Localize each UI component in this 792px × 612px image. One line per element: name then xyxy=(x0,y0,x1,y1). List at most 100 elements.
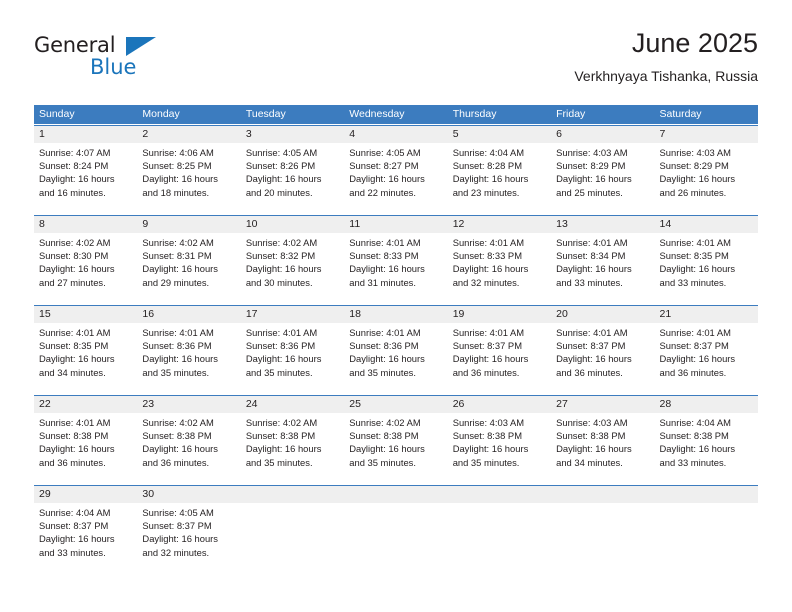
day-cell[interactable]: Sunrise: 4:03 AM Sunset: 8:38 PM Dayligh… xyxy=(551,413,654,484)
week-body-row: Sunrise: 4:01 AM Sunset: 8:35 PM Dayligh… xyxy=(34,323,758,394)
day-cell[interactable]: Sunrise: 4:05 AM Sunset: 8:37 PM Dayligh… xyxy=(137,503,240,574)
day-number[interactable]: 3 xyxy=(241,126,344,143)
day-number[interactable]: 21 xyxy=(655,306,758,323)
sunrise-text: Sunrise: 4:04 AM xyxy=(39,507,111,518)
day-cell[interactable]: Sunrise: 4:04 AM Sunset: 8:38 PM Dayligh… xyxy=(655,413,758,484)
logo-triangle-icon xyxy=(126,37,156,56)
day-cell[interactable]: Sunrise: 4:01 AM Sunset: 8:37 PM Dayligh… xyxy=(655,323,758,394)
day-number[interactable]: 15 xyxy=(34,306,137,323)
day-cell[interactable]: Sunrise: 4:05 AM Sunset: 8:27 PM Dayligh… xyxy=(344,143,447,214)
daylight-text-line1: Daylight: 16 hours xyxy=(142,443,218,455)
day-number[interactable]: 5 xyxy=(448,126,551,143)
daylight-text-line1: Daylight: 16 hours xyxy=(245,263,322,275)
day-number[interactable]: 18 xyxy=(344,306,447,323)
day-number[interactable]: 28 xyxy=(655,396,758,413)
day-cell[interactable]: Sunrise: 4:01 AM Sunset: 8:33 PM Dayligh… xyxy=(344,233,447,304)
day-cell[interactable]: Sunrise: 4:02 AM Sunset: 8:32 PM Dayligh… xyxy=(241,233,344,304)
week-body-row: Sunrise: 4:01 AM Sunset: 8:38 PM Dayligh… xyxy=(34,413,758,484)
sunrise-text: Sunrise: 4:03 AM xyxy=(556,417,628,428)
day-cell[interactable]: Sunrise: 4:03 AM Sunset: 8:38 PM Dayligh… xyxy=(448,413,551,484)
day-cell[interactable]: Sunrise: 4:01 AM Sunset: 8:34 PM Dayligh… xyxy=(551,233,654,304)
daylight-text-line2: and 36 minutes. xyxy=(556,366,623,378)
day-cell[interactable]: Sunrise: 4:02 AM Sunset: 8:38 PM Dayligh… xyxy=(344,413,447,484)
sunrise-text: Sunrise: 4:01 AM xyxy=(142,327,214,338)
day-cell[interactable]: Sunrise: 4:03 AM Sunset: 8:29 PM Dayligh… xyxy=(551,143,654,214)
day-cell[interactable]: Sunrise: 4:01 AM Sunset: 8:35 PM Dayligh… xyxy=(655,233,758,304)
page-subtitle: Verkhnyaya Tishanka, Russia xyxy=(574,68,758,84)
daylight-text-line1: Daylight: 16 hours xyxy=(142,353,218,365)
sunrise-text: Sunrise: 4:03 AM xyxy=(659,147,731,158)
day-cell[interactable]: Sunrise: 4:02 AM Sunset: 8:31 PM Dayligh… xyxy=(137,233,240,304)
sunrise-text: Sunrise: 4:01 AM xyxy=(659,237,731,248)
sunrise-text: Sunrise: 4:07 AM xyxy=(39,147,111,158)
generalblue-logo[interactable]: General Blue xyxy=(34,34,234,90)
day-cell[interactable]: Sunrise: 4:05 AM Sunset: 8:26 PM Dayligh… xyxy=(241,143,344,214)
day-number[interactable]: 26 xyxy=(448,396,551,413)
day-number[interactable]: 7 xyxy=(655,126,758,143)
day-cell[interactable]: Sunrise: 4:01 AM Sunset: 8:36 PM Dayligh… xyxy=(344,323,447,394)
day-number[interactable]: 30 xyxy=(137,486,240,503)
daylight-text-line2: and 30 minutes. xyxy=(245,276,313,288)
day-cell[interactable]: Sunrise: 4:03 AM Sunset: 8:29 PM Dayligh… xyxy=(655,143,758,214)
day-number[interactable]: 9 xyxy=(137,216,240,233)
sunrise-text: Sunrise: 4:01 AM xyxy=(39,417,111,428)
day-number[interactable]: 8 xyxy=(34,216,137,233)
day-number[interactable]: 4 xyxy=(344,126,447,143)
day-cell[interactable]: Sunrise: 4:02 AM Sunset: 8:30 PM Dayligh… xyxy=(34,233,137,304)
sunrise-text: Sunrise: 4:01 AM xyxy=(556,237,628,248)
day-cell[interactable]: Sunrise: 4:01 AM Sunset: 8:37 PM Dayligh… xyxy=(448,323,551,394)
daylight-text-line2: and 34 minutes. xyxy=(39,366,106,378)
page-title: June 2025 xyxy=(631,28,758,58)
calendar-week-row: 8 9 10 11 12 13 14 Sunrise: 4:02 AM Suns… xyxy=(34,215,758,304)
day-number[interactable]: 27 xyxy=(551,396,654,413)
day-number[interactable]: 22 xyxy=(34,396,137,413)
day-cell[interactable]: Sunrise: 4:01 AM Sunset: 8:35 PM Dayligh… xyxy=(34,323,137,394)
day-cell[interactable]: Sunrise: 4:02 AM Sunset: 8:38 PM Dayligh… xyxy=(137,413,240,484)
sunset-text: Sunset: 8:34 PM xyxy=(556,250,626,262)
day-cell[interactable]: Sunrise: 4:01 AM Sunset: 8:33 PM Dayligh… xyxy=(448,233,551,304)
day-number[interactable]: 17 xyxy=(241,306,344,323)
day-number[interactable]: 24 xyxy=(241,396,344,413)
day-number[interactable]: 13 xyxy=(551,216,654,233)
day-number[interactable]: 6 xyxy=(551,126,654,143)
week-date-bar: 1 2 3 4 5 6 7 xyxy=(34,125,758,143)
day-number[interactable]: 25 xyxy=(344,396,447,413)
day-number[interactable]: 16 xyxy=(137,306,240,323)
daylight-text-line1: Daylight: 16 hours xyxy=(659,353,736,365)
sunrise-text: Sunrise: 4:01 AM xyxy=(245,327,318,338)
daylight-text-line1: Daylight: 16 hours xyxy=(556,263,632,275)
day-number[interactable]: 19 xyxy=(448,306,551,323)
sunset-text: Sunset: 8:35 PM xyxy=(39,340,109,352)
day-number[interactable]: 11 xyxy=(344,216,447,233)
daylight-text-line1: Daylight: 16 hours xyxy=(659,263,736,275)
day-cell[interactable]: Sunrise: 4:01 AM Sunset: 8:36 PM Dayligh… xyxy=(137,323,240,394)
daylight-text-line2: and 27 minutes. xyxy=(39,276,106,288)
sunset-text: Sunset: 8:37 PM xyxy=(659,340,729,352)
calendar-week-row: 1 2 3 4 5 6 7 Sunrise: 4:07 AM Sunset: 8… xyxy=(34,125,758,214)
sunset-text: Sunset: 8:33 PM xyxy=(349,250,419,262)
sunrise-text: Sunrise: 4:01 AM xyxy=(39,327,111,338)
day-cell[interactable]: Sunrise: 4:04 AM Sunset: 8:37 PM Dayligh… xyxy=(34,503,137,574)
day-cell[interactable]: Sunrise: 4:01 AM Sunset: 8:38 PM Dayligh… xyxy=(34,413,137,484)
day-number[interactable]: 29 xyxy=(34,486,137,503)
day-number[interactable]: 14 xyxy=(655,216,758,233)
daylight-text-line1: Daylight: 16 hours xyxy=(349,443,425,455)
day-number[interactable]: 10 xyxy=(241,216,344,233)
day-cell[interactable]: Sunrise: 4:04 AM Sunset: 8:28 PM Dayligh… xyxy=(448,143,551,214)
sunrise-text: Sunrise: 4:05 AM xyxy=(349,147,421,158)
day-number[interactable]: 12 xyxy=(448,216,551,233)
day-number[interactable]: 20 xyxy=(551,306,654,323)
day-cell[interactable]: Sunrise: 4:06 AM Sunset: 8:25 PM Dayligh… xyxy=(137,143,240,214)
daylight-text-line2: and 33 minutes. xyxy=(556,276,623,288)
day-cell[interactable]: Sunrise: 4:01 AM Sunset: 8:37 PM Dayligh… xyxy=(551,323,654,394)
day-number[interactable]: 1 xyxy=(34,126,137,143)
sunset-text: Sunset: 8:37 PM xyxy=(142,520,212,532)
day-number[interactable]: 23 xyxy=(137,396,240,413)
day-cell[interactable]: Sunrise: 4:01 AM Sunset: 8:36 PM Dayligh… xyxy=(241,323,344,394)
day-cell[interactable]: Sunrise: 4:07 AM Sunset: 8:24 PM Dayligh… xyxy=(34,143,137,214)
day-cell[interactable]: Sunrise: 4:02 AM Sunset: 8:38 PM Dayligh… xyxy=(241,413,344,484)
day-number[interactable]: 2 xyxy=(137,126,240,143)
sunrise-text: Sunrise: 4:03 AM xyxy=(556,147,628,158)
sunrise-text: Sunrise: 4:01 AM xyxy=(349,327,421,338)
sunset-text: Sunset: 8:35 PM xyxy=(659,250,729,262)
